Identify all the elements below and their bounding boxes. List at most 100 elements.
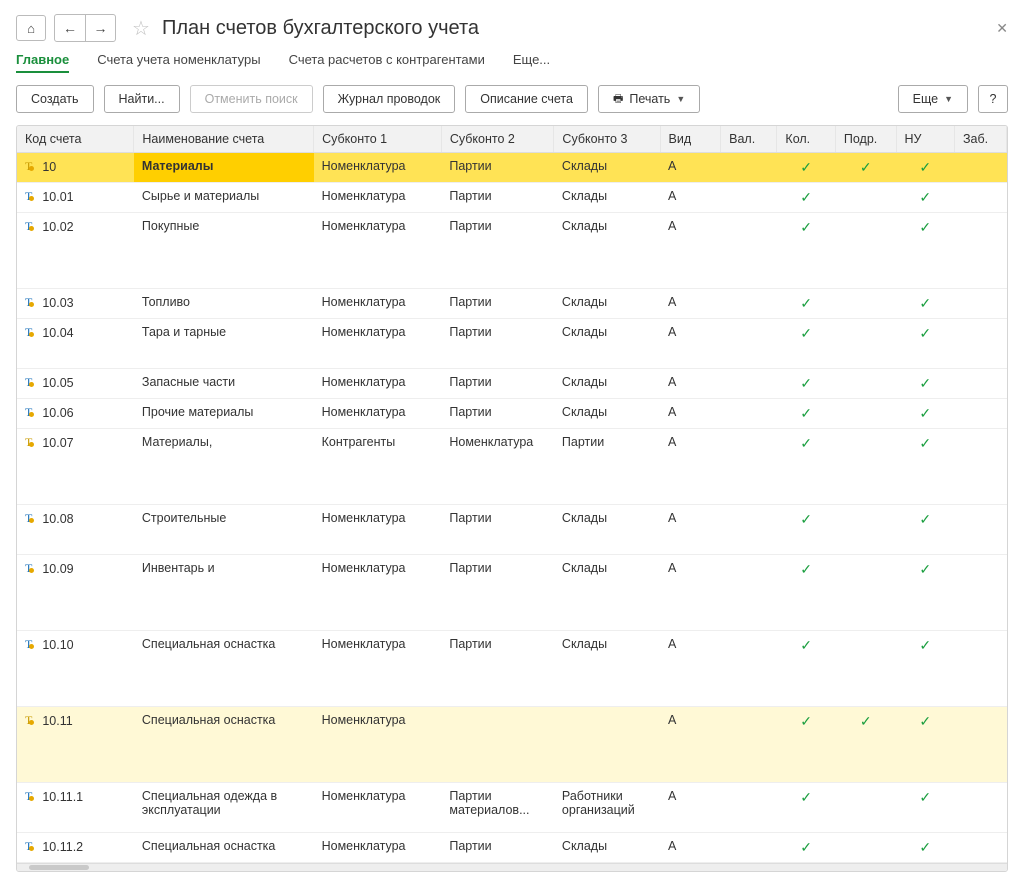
tab-3[interactable]: Еще...: [513, 52, 550, 73]
table-row[interactable]: T10.10Специальная оснасткаНоменклатураПа…: [17, 631, 1007, 707]
vid-cell: А: [660, 429, 721, 505]
sub1-cell: Номенклатура: [314, 783, 442, 833]
table-row[interactable]: T10.11Специальная оснасткаНоменклатураА✓…: [17, 707, 1007, 783]
col-nu[interactable]: НУ: [896, 126, 954, 153]
forward-button[interactable]: →: [85, 15, 115, 41]
sub2-cell: [441, 707, 554, 783]
check-icon: ✓: [919, 713, 931, 729]
journal-button[interactable]: Журнал проводок: [323, 85, 456, 113]
name-cell: Материалы,: [134, 429, 314, 505]
val-cell: [721, 399, 777, 429]
podr-cell: [835, 399, 896, 429]
code-cell: 10.04: [42, 326, 73, 340]
table-row[interactable]: T10МатериалыНоменклатураПартииСкладыА✓✓✓: [17, 153, 1007, 183]
name-cell: Покупные: [134, 213, 314, 289]
val-cell: [721, 505, 777, 555]
kol-cell: ✓: [777, 183, 835, 213]
col-zab[interactable]: Заб.: [954, 126, 1006, 153]
close-icon[interactable]: ✕: [996, 20, 1008, 37]
name-cell: Специальная оснастка: [134, 707, 314, 783]
horizontal-scrollbar[interactable]: [17, 863, 1007, 871]
account-type-icon: T: [25, 295, 34, 310]
table-row[interactable]: T10.01Сырье и материалыНоменклатураПарти…: [17, 183, 1007, 213]
sub3-cell: Склады: [554, 153, 660, 183]
table-row[interactable]: T10.06Прочие материалыНоменклатураПартии…: [17, 399, 1007, 429]
account-type-icon: T: [25, 561, 34, 576]
account-type-icon: T: [25, 405, 34, 420]
table-row[interactable]: T10.03ТопливоНоменклатураПартииСкладыА✓✓: [17, 289, 1007, 319]
podr-cell: [835, 505, 896, 555]
check-icon: ✓: [800, 219, 812, 235]
kol-cell: ✓: [777, 631, 835, 707]
cancel-search-button: Отменить поиск: [190, 85, 313, 113]
name-cell: Материалы: [134, 153, 314, 183]
table-row[interactable]: T10.08СтроительныеНоменклатураПартииСкла…: [17, 505, 1007, 555]
name-cell: Специальная оснастка: [134, 631, 314, 707]
sub3-cell: Склады: [554, 213, 660, 289]
check-icon: ✓: [919, 637, 931, 653]
table-row[interactable]: T10.04Тара и тарныеНоменклатураПартииСкл…: [17, 319, 1007, 369]
col-vid[interactable]: Вид: [660, 126, 721, 153]
check-icon: ✓: [800, 189, 812, 205]
val-cell: [721, 833, 777, 863]
nu-cell: ✓: [896, 555, 954, 631]
sub2-cell: Партии: [441, 319, 554, 369]
favorite-star-icon[interactable]: ☆: [132, 16, 150, 41]
help-button[interactable]: ?: [978, 85, 1008, 113]
more-button[interactable]: Еще▼: [898, 85, 968, 113]
col-podr[interactable]: Подр.: [835, 126, 896, 153]
code-cell: 10.01: [42, 190, 73, 204]
col-code[interactable]: Код счета: [17, 126, 134, 153]
print-button[interactable]: 🖶Печать▼: [598, 85, 700, 113]
vid-cell: А: [660, 319, 721, 369]
check-icon: ✓: [800, 325, 812, 341]
zab-cell: [954, 153, 1006, 183]
podr-cell: [835, 631, 896, 707]
table-row[interactable]: T10.11.1Специальная одежда в эксплуатаци…: [17, 783, 1007, 833]
table-row[interactable]: T10.02ПокупныеНоменклатураПартииСкладыА✓…: [17, 213, 1007, 289]
col-val[interactable]: Вал.: [721, 126, 777, 153]
home-button[interactable]: ⌂: [16, 15, 46, 41]
vid-cell: А: [660, 153, 721, 183]
val-cell: [721, 631, 777, 707]
val-cell: [721, 319, 777, 369]
check-icon: ✓: [919, 189, 931, 205]
tab-0[interactable]: Главное: [16, 52, 69, 73]
kol-cell: ✓: [777, 213, 835, 289]
code-cell: 10.11: [42, 714, 72, 728]
nu-cell: ✓: [896, 505, 954, 555]
zab-cell: [954, 631, 1006, 707]
back-button[interactable]: ←: [55, 15, 85, 41]
sub3-cell: Склады: [554, 319, 660, 369]
table-row[interactable]: T10.11.2Специальная оснасткаНоменклатура…: [17, 833, 1007, 863]
col-sub3[interactable]: Субконто 3: [554, 126, 660, 153]
account-type-icon: T: [25, 839, 34, 854]
col-kol[interactable]: Кол.: [777, 126, 835, 153]
nu-cell: ✓: [896, 399, 954, 429]
sub1-cell: Номенклатура: [314, 555, 442, 631]
check-icon: ✓: [800, 713, 812, 729]
zab-cell: [954, 183, 1006, 213]
find-button[interactable]: Найти...: [104, 85, 180, 113]
sub2-cell: Партии: [441, 631, 554, 707]
tab-1[interactable]: Счета учета номенклатуры: [97, 52, 260, 73]
col-sub2[interactable]: Субконто 2: [441, 126, 554, 153]
col-name[interactable]: Наименование счета: [134, 126, 314, 153]
sub2-cell: Партии: [441, 183, 554, 213]
val-cell: [721, 213, 777, 289]
nu-cell: ✓: [896, 833, 954, 863]
zab-cell: [954, 399, 1006, 429]
description-button[interactable]: Описание счета: [465, 85, 588, 113]
sub1-cell: Номенклатура: [314, 369, 442, 399]
tab-2[interactable]: Счета расчетов с контрагентами: [289, 52, 485, 73]
sub2-cell: Партии: [441, 213, 554, 289]
col-sub1[interactable]: Субконто 1: [314, 126, 442, 153]
sub1-cell: Номенклатура: [314, 833, 442, 863]
table-row[interactable]: T10.09Инвентарь иНоменклатураПартииСклад…: [17, 555, 1007, 631]
table-row[interactable]: T10.07Материалы,КонтрагентыНоменклатураП…: [17, 429, 1007, 505]
table-row[interactable]: T10.05Запасные частиНоменклатураПартииСк…: [17, 369, 1007, 399]
vid-cell: А: [660, 783, 721, 833]
name-cell: Инвентарь и: [134, 555, 314, 631]
create-button[interactable]: Создать: [16, 85, 94, 113]
check-icon: ✓: [919, 561, 931, 577]
